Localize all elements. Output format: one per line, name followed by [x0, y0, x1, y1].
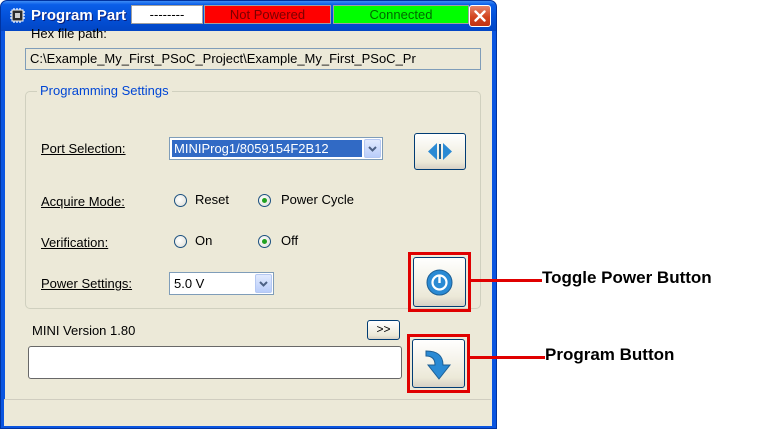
program-arrow-icon: [425, 350, 452, 380]
verification-on-label: On: [195, 233, 213, 248]
hex-file-path-label: Hex file path:: [31, 26, 107, 41]
progress-bar: [28, 346, 402, 379]
toggle-power-callout: Toggle Power Button: [542, 268, 712, 287]
verification-on-radio[interactable]: [174, 235, 187, 248]
status-bar: [4, 399, 491, 426]
window-title: Program Part: [31, 7, 127, 24]
power-settings-label: Power Settings:: [41, 276, 133, 291]
acquire-mode-label: Acquire Mode:: [41, 194, 125, 209]
programming-settings-title: Programming Settings: [37, 83, 172, 98]
toggle-power-button[interactable]: [413, 257, 466, 307]
verification-off-label: Off: [281, 233, 299, 248]
verification-off-radio[interactable]: [258, 235, 271, 248]
port-dropdown-button[interactable]: [364, 139, 381, 158]
power-settings-dropdown[interactable]: 5.0 V: [169, 272, 274, 295]
connect-arrows-icon: [428, 143, 452, 160]
power-icon: [426, 269, 453, 296]
connect-port-button[interactable]: [414, 133, 466, 170]
power-dropdown-button[interactable]: [255, 274, 272, 293]
chevron-down-icon: [368, 146, 377, 152]
acquire-reset-label: Reset: [195, 192, 229, 207]
close-button[interactable]: [469, 5, 491, 27]
expand-button[interactable]: >>: [367, 320, 400, 340]
status-cell-power: Not Powered: [204, 5, 331, 24]
status-cell-idle: --------: [131, 5, 203, 24]
port-selection-value: MINIProg1/8059154F2B12: [172, 140, 362, 157]
acquire-power-cycle-label: Power Cycle: [281, 192, 354, 207]
toggle-power-callout-line: [471, 279, 542, 282]
program-button[interactable]: [412, 339, 465, 388]
program-callout: Program Button: [545, 345, 675, 364]
power-settings-value: 5.0 V: [174, 276, 205, 291]
acquire-reset-radio[interactable]: [174, 194, 187, 207]
hex-file-path-field[interactable]: C:\Example_My_First_PSoC_Project\Example…: [25, 48, 481, 70]
chevron-down-icon: [259, 281, 268, 287]
port-selection-dropdown[interactable]: MINIProg1/8059154F2B12: [169, 137, 383, 160]
verification-label: Verification:: [41, 235, 109, 250]
acquire-power-cycle-radio[interactable]: [258, 194, 271, 207]
close-icon: [474, 10, 486, 22]
status-cell-connection: Connected: [333, 5, 469, 24]
app-icon: [9, 7, 26, 24]
program-callout-line: [470, 356, 545, 359]
port-selection-label: Port Selection:: [41, 141, 126, 156]
mini-version-label: MINI Version 1.80: [32, 323, 136, 338]
